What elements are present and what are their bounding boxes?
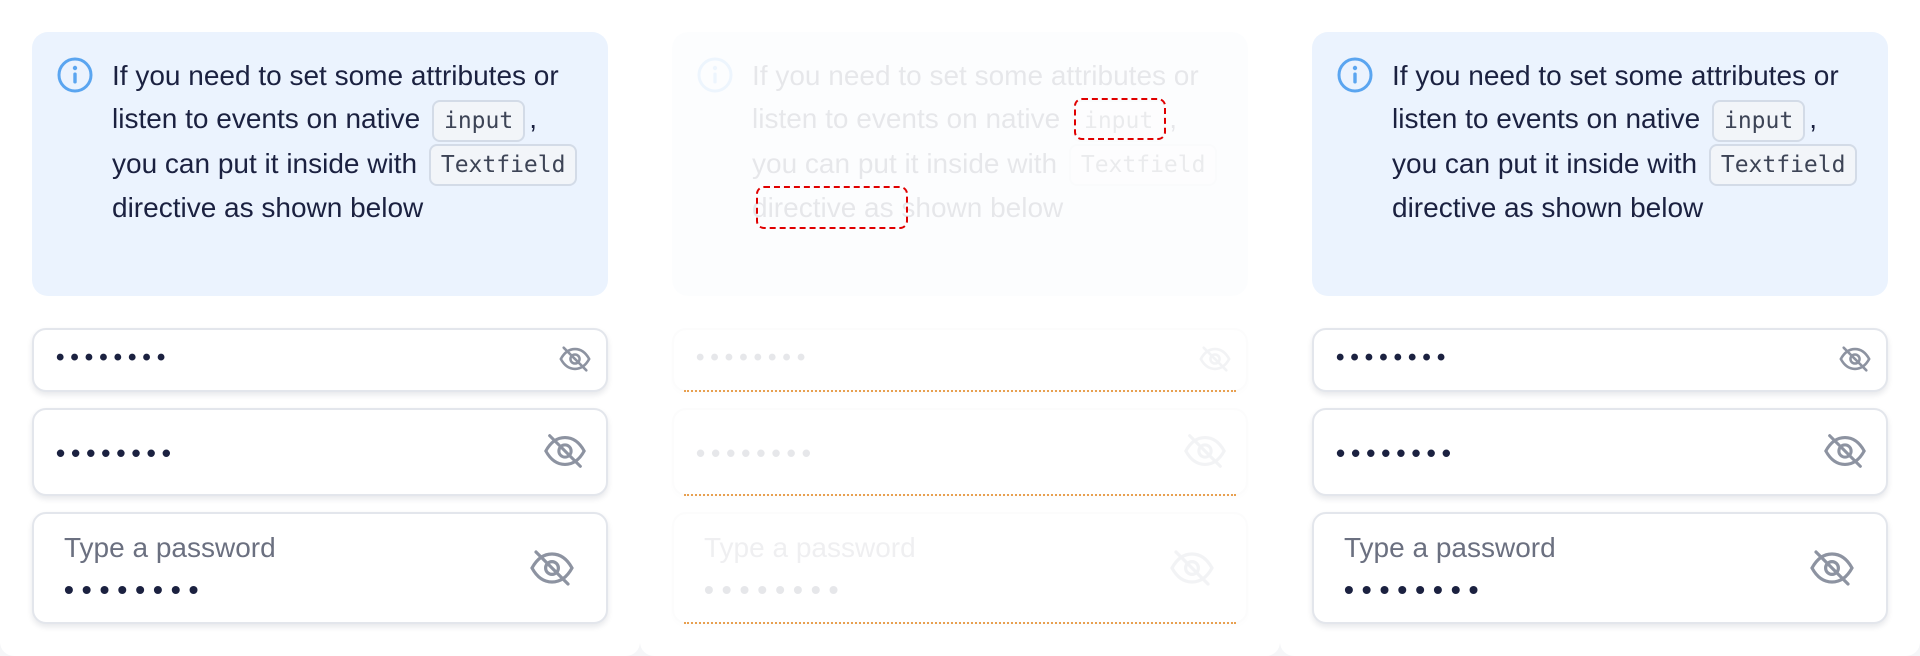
eye-off-icon[interactable] xyxy=(558,342,592,376)
info-text: If you need to set some attributes or li… xyxy=(112,54,582,229)
info-circle-icon xyxy=(57,57,93,93)
info-circle-icon xyxy=(1337,57,1373,93)
info-text-part: directive as shown below xyxy=(112,192,424,224)
eye-off-icon[interactable] xyxy=(1822,428,1868,474)
password-label: Type a password xyxy=(1344,532,1556,563)
code-input: input xyxy=(1711,99,1806,142)
password-field-large[interactable]: Type a password •••••••• xyxy=(32,512,608,624)
password-value: •••••••• xyxy=(696,344,812,371)
password-label: Type a password xyxy=(704,532,916,563)
info-text-part: directive as shown below xyxy=(1392,192,1704,224)
eye-off-icon[interactable] xyxy=(542,428,588,474)
password-value: •••••••• xyxy=(1336,438,1457,468)
code-textfield: Textfield xyxy=(1068,144,1218,187)
password-value: •••••••• xyxy=(56,438,177,468)
password-field-small[interactable]: •••••••• xyxy=(32,328,608,392)
highlight-field-1 xyxy=(684,390,1236,394)
panel-middle: If you need to set some attributes or li… xyxy=(640,0,1280,656)
eye-off-icon[interactable] xyxy=(1182,428,1228,474)
password-field-medium[interactable]: •••••••• xyxy=(32,408,608,496)
password-value: •••••••• xyxy=(64,574,207,605)
highlight-code-input xyxy=(1074,98,1166,140)
info-text: If you need to set some attributes or li… xyxy=(1392,54,1862,229)
code-textfield: Textfield xyxy=(1708,144,1858,187)
password-field-large[interactable]: Type a password •••••••• xyxy=(1312,512,1888,624)
highlight-code-textfield xyxy=(756,186,908,229)
code-textfield: Textfield xyxy=(428,144,578,187)
password-field-large[interactable]: Type a password •••••••• xyxy=(672,512,1248,624)
password-value: •••••••• xyxy=(704,574,847,605)
password-label: Type a password xyxy=(64,532,276,563)
eye-off-icon[interactable] xyxy=(1168,544,1216,592)
password-value: •••••••• xyxy=(1336,344,1452,371)
eye-off-icon[interactable] xyxy=(528,544,576,592)
password-field-medium[interactable]: •••••••• xyxy=(1312,408,1888,496)
highlight-field-2 xyxy=(684,494,1236,498)
eye-off-icon[interactable] xyxy=(1808,544,1856,592)
highlight-field-3 xyxy=(684,622,1236,626)
password-field-small[interactable]: •••••••• xyxy=(672,328,1248,392)
eye-off-icon[interactable] xyxy=(1838,342,1872,376)
eye-off-icon[interactable] xyxy=(1198,342,1232,376)
password-field-medium[interactable]: •••••••• xyxy=(672,408,1248,496)
panel-right: If you need to set some attributes or li… xyxy=(1280,0,1920,656)
password-value: •••••••• xyxy=(56,344,172,371)
info-callout: If you need to set some attributes or li… xyxy=(672,32,1248,296)
password-field-small[interactable]: •••••••• xyxy=(1312,328,1888,392)
info-callout: If you need to set some attributes or li… xyxy=(1312,32,1888,296)
password-value: •••••••• xyxy=(1344,574,1487,605)
info-circle-icon xyxy=(697,57,733,93)
panel-left: If you need to set some attributes or li… xyxy=(0,0,640,656)
info-callout: If you need to set some attributes or li… xyxy=(32,32,608,296)
code-input: input xyxy=(431,99,526,142)
password-value: •••••••• xyxy=(696,438,817,468)
